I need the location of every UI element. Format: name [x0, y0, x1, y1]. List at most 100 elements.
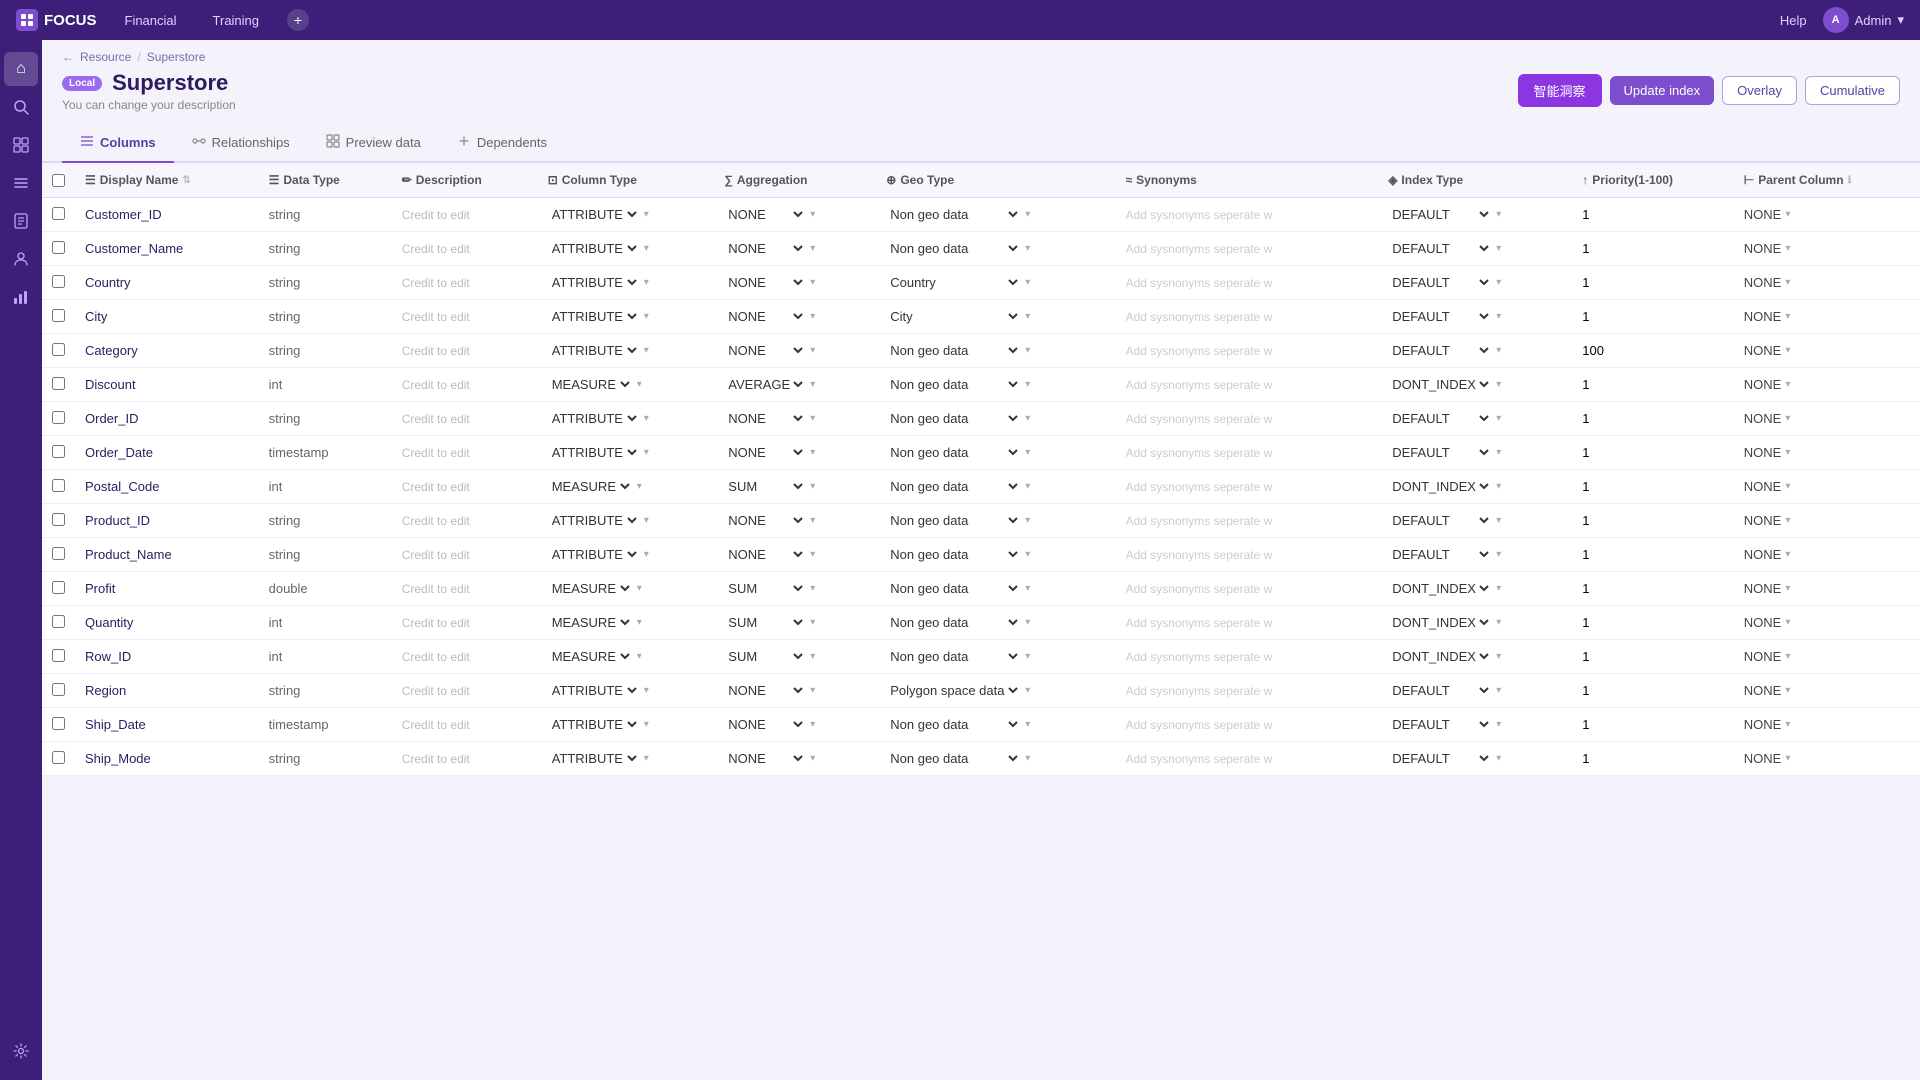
row-index-type[interactable]: DEFAULT DEFAULTDONT_INDEX ▾ [1378, 504, 1572, 538]
row-description[interactable]: Credit to edit [392, 300, 538, 334]
row-synonyms[interactable] [1116, 538, 1379, 572]
synonyms-input[interactable] [1126, 412, 1286, 426]
geo-type-select[interactable]: Country Non geo dataCountryCityPolygon s… [886, 274, 1021, 291]
row-checkbox[interactable] [52, 547, 65, 560]
row-column-type[interactable]: ATTRIBUTE MEASURE ▾ [538, 436, 715, 470]
synonyms-input[interactable] [1126, 242, 1286, 256]
sidebar-chart[interactable] [4, 280, 38, 314]
sidebar-home[interactable]: ⌂ [4, 52, 38, 86]
row-description[interactable]: Credit to edit [392, 742, 538, 776]
row-geo-type[interactable]: Non geo data Non geo dataCountryCityPoly… [876, 572, 1115, 606]
row-column-type[interactable]: ATTRIBUTE MEASURE ▾ [538, 708, 715, 742]
row-synonyms[interactable] [1116, 504, 1379, 538]
row-index-type[interactable]: DEFAULT DEFAULTDONT_INDEX ▾ [1378, 266, 1572, 300]
row-index-type[interactable]: DONT_INDEX DEFAULTDONT_INDEX ▾ [1378, 640, 1572, 674]
row-description[interactable]: Credit to edit [392, 198, 538, 232]
row-synonyms[interactable] [1116, 300, 1379, 334]
row-aggregation[interactable]: SUM NONESUMAVERAGECOUNT ▾ [714, 640, 876, 674]
synonyms-input[interactable] [1126, 616, 1286, 630]
priority-input[interactable] [1582, 547, 1622, 562]
geo-type-select[interactable]: City Non geo dataCountryCityPolygon spac… [886, 308, 1021, 325]
row-column-type[interactable]: MEASURE MEASURE ▾ [538, 572, 715, 606]
row-parent-column[interactable]: NONE ▾ [1734, 504, 1920, 538]
row-column-type[interactable]: ATTRIBUTE MEASURE ▾ [538, 402, 715, 436]
row-aggregation[interactable]: NONE NONESUMAVERAGECOUNT ▾ [714, 198, 876, 232]
row-index-type[interactable]: DEFAULT DEFAULTDONT_INDEX ▾ [1378, 742, 1572, 776]
index-type-select[interactable]: DONT_INDEX DEFAULTDONT_INDEX [1388, 580, 1492, 597]
row-column-type[interactable]: ATTRIBUTE MEASURE ▾ [538, 538, 715, 572]
row-priority[interactable] [1572, 300, 1734, 334]
row-checkbox[interactable] [52, 207, 65, 220]
geo-type-select[interactable]: Non geo data Non geo dataCountryCityPoly… [886, 648, 1021, 665]
row-geo-type[interactable]: Non geo data Non geo dataCountryCityPoly… [876, 708, 1115, 742]
row-column-type[interactable]: ATTRIBUTE MEASURE ▾ [538, 334, 715, 368]
row-parent-column[interactable]: NONE ▾ [1734, 742, 1920, 776]
geo-type-select[interactable]: Non geo data Non geo dataCountryCityPoly… [886, 614, 1021, 631]
row-column-type[interactable]: ATTRIBUTE MEASURE ▾ [538, 742, 715, 776]
select-all-checkbox[interactable] [52, 174, 65, 187]
column-type-select[interactable]: ATTRIBUTE MEASURE [548, 716, 640, 733]
priority-input[interactable] [1582, 411, 1622, 426]
overlay-button[interactable]: Overlay [1722, 76, 1797, 105]
column-type-select[interactable]: ATTRIBUTE MEASURE [548, 240, 640, 257]
column-type-select[interactable]: ATTRIBUTE MEASURE [548, 342, 640, 359]
synonyms-input[interactable] [1126, 480, 1286, 494]
row-priority[interactable] [1572, 470, 1734, 504]
row-aggregation[interactable]: NONE NONESUMAVERAGECOUNT ▾ [714, 708, 876, 742]
row-priority[interactable] [1572, 708, 1734, 742]
sidebar-settings[interactable] [4, 1034, 38, 1068]
column-type-select[interactable]: ATTRIBUTE MEASURE [548, 206, 640, 223]
index-type-select[interactable]: DONT_INDEX DEFAULTDONT_INDEX [1388, 376, 1492, 393]
row-geo-type[interactable]: Non geo data Non geo dataCountryCityPoly… [876, 198, 1115, 232]
priority-input[interactable] [1582, 207, 1622, 222]
priority-input[interactable] [1582, 581, 1622, 596]
synonyms-input[interactable] [1126, 582, 1286, 596]
sort-icon[interactable]: ⇅ [182, 175, 190, 186]
add-tab-button[interactable]: + [287, 9, 309, 31]
row-aggregation[interactable]: NONE NONESUMAVERAGECOUNT ▾ [714, 334, 876, 368]
row-priority[interactable] [1572, 572, 1734, 606]
row-aggregation[interactable]: SUM NONESUMAVERAGECOUNT ▾ [714, 572, 876, 606]
column-type-select[interactable]: ATTRIBUTE MEASURE [548, 682, 640, 699]
help-link[interactable]: Help [1780, 13, 1807, 28]
row-checkbox[interactable] [52, 649, 65, 662]
th-description[interactable]: ✏ Description [392, 163, 538, 198]
priority-input[interactable] [1582, 513, 1622, 528]
th-index-type[interactable]: ◈ Index Type [1378, 163, 1572, 198]
tab-dependents[interactable]: Dependents [439, 124, 565, 163]
row-priority[interactable] [1572, 368, 1734, 402]
row-priority[interactable] [1572, 504, 1734, 538]
synonyms-input[interactable] [1126, 310, 1286, 324]
row-checkbox[interactable] [52, 683, 65, 696]
priority-input[interactable] [1582, 377, 1622, 392]
row-description[interactable]: Credit to edit [392, 368, 538, 402]
row-aggregation[interactable]: SUM NONESUMAVERAGECOUNT ▾ [714, 606, 876, 640]
row-checkbox[interactable] [52, 445, 65, 458]
row-parent-column[interactable]: NONE ▾ [1734, 368, 1920, 402]
row-aggregation[interactable]: NONE NONESUMAVERAGECOUNT ▾ [714, 504, 876, 538]
aggregation-select[interactable]: NONE NONESUMAVERAGECOUNT [724, 206, 806, 223]
row-parent-column[interactable]: NONE ▾ [1734, 402, 1920, 436]
tab-columns[interactable]: Columns [62, 124, 174, 163]
column-type-select[interactable]: ATTRIBUTE MEASURE [548, 444, 640, 461]
row-priority[interactable] [1572, 334, 1734, 368]
row-aggregation[interactable]: NONE NONESUMAVERAGECOUNT ▾ [714, 266, 876, 300]
index-type-select[interactable]: DEFAULT DEFAULTDONT_INDEX [1388, 750, 1492, 767]
aggregation-select[interactable]: NONE NONESUMAVERAGECOUNT [724, 274, 806, 291]
row-index-type[interactable]: DEFAULT DEFAULTDONT_INDEX ▾ [1378, 538, 1572, 572]
aggregation-select[interactable]: SUM NONESUMAVERAGECOUNT [724, 580, 806, 597]
row-synonyms[interactable] [1116, 606, 1379, 640]
priority-input[interactable] [1582, 309, 1622, 324]
priority-input[interactable] [1582, 751, 1622, 766]
th-data-type[interactable]: ☰ Data Type [259, 163, 392, 198]
priority-input[interactable] [1582, 649, 1622, 664]
row-aggregation[interactable]: NONE NONESUMAVERAGECOUNT ▾ [714, 538, 876, 572]
tab-preview[interactable]: Preview data [308, 124, 439, 163]
row-checkbox[interactable] [52, 377, 65, 390]
synonyms-input[interactable] [1126, 446, 1286, 460]
aggregation-select[interactable]: NONE NONESUMAVERAGECOUNT [724, 750, 806, 767]
row-parent-column[interactable]: NONE ▾ [1734, 198, 1920, 232]
row-geo-type[interactable]: Non geo data Non geo dataCountryCityPoly… [876, 470, 1115, 504]
row-index-type[interactable]: DONT_INDEX DEFAULTDONT_INDEX ▾ [1378, 572, 1572, 606]
row-priority[interactable] [1572, 674, 1734, 708]
